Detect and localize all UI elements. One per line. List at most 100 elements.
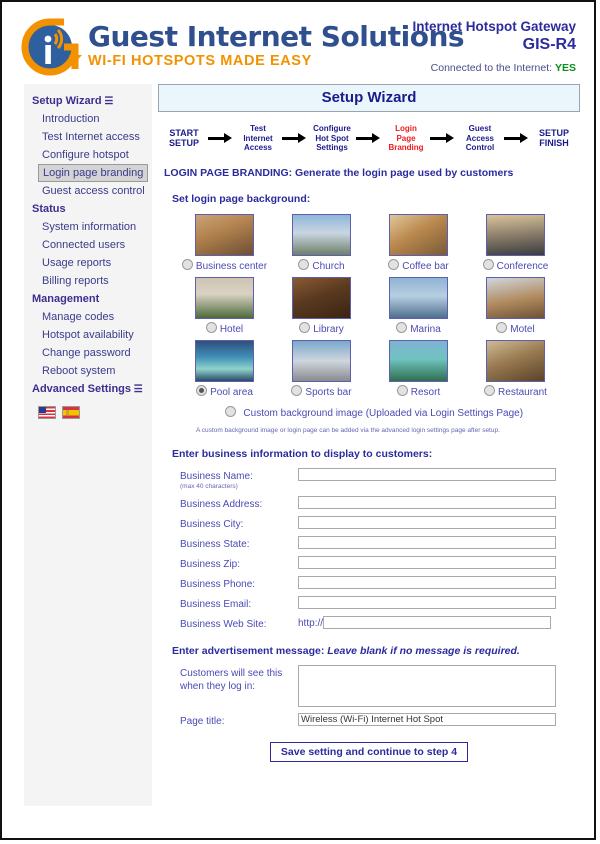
background-radio[interactable] xyxy=(299,321,311,333)
background-thumbnail-image[interactable] xyxy=(486,339,545,382)
custom-background-note: A custom background image or login page … xyxy=(196,426,500,434)
flag-us-icon[interactable] xyxy=(38,406,56,419)
background-option-label: Conference xyxy=(496,260,549,272)
background-option-label: Marina xyxy=(410,323,441,335)
sidebar-item-manage-codes[interactable]: Manage codes xyxy=(24,308,152,326)
sidebar-item-login-page-branding[interactable]: Login page branding xyxy=(38,164,148,182)
device-model: GIS-R4 xyxy=(522,36,576,53)
background-thumbnail-image[interactable] xyxy=(292,213,351,256)
background-thumbnail-image[interactable] xyxy=(389,213,448,256)
business-website-input[interactable] xyxy=(323,615,552,629)
background-grid-row: Hotel Library Marina Motel xyxy=(176,276,566,336)
business-phone-input[interactable] xyxy=(298,575,556,589)
background-option-church[interactable]: Church xyxy=(273,213,370,273)
background-option-label: Church xyxy=(312,260,345,272)
arrow-right-icon xyxy=(504,133,530,144)
background-thumbnail-image[interactable] xyxy=(486,276,545,319)
ad-section-note: Leave blank if no message is required. xyxy=(327,644,520,657)
background-grid-row: Business center Church Coffee bar Conferenc… xyxy=(176,213,566,273)
business-zip-input[interactable] xyxy=(298,555,556,569)
sidebar-item-billing-reports[interactable]: Billing reports xyxy=(24,272,152,290)
custom-background-option[interactable]: Custom background image (Uploaded via Lo… xyxy=(168,403,580,421)
business-city-label: Business City: xyxy=(180,518,244,530)
background-radio[interactable] xyxy=(396,384,408,396)
sidebar-item-change-password[interactable]: Change password xyxy=(24,344,152,362)
business-state-input[interactable] xyxy=(298,535,556,549)
sidebar-item-reboot-system[interactable]: Reboot system xyxy=(24,362,152,380)
advertisement-textarea[interactable] xyxy=(298,664,556,707)
background-option-pool-area[interactable]: Pool area xyxy=(176,339,273,399)
background-option-hotel[interactable]: Hotel xyxy=(176,276,273,336)
background-option-motel[interactable]: Motel xyxy=(467,276,564,336)
sidebar-item-label: Login page branding xyxy=(43,167,144,179)
background-radio[interactable] xyxy=(205,321,217,333)
background-option-coffee-bar[interactable]: Coffee bar xyxy=(370,213,467,273)
business-name-input[interactable] xyxy=(298,467,556,481)
background-radio[interactable] xyxy=(496,321,508,333)
sidebar-group-setup-wizard[interactable]: Setup Wizard ☰ xyxy=(24,92,152,110)
sidebar-group-management[interactable]: Management xyxy=(24,290,152,308)
sidebar-item-introduction[interactable]: Introduction xyxy=(24,110,152,128)
background-option-resort[interactable]: Resort xyxy=(370,339,467,399)
business-state-label: Business State: xyxy=(180,538,250,550)
background-thumbnail-image[interactable] xyxy=(195,339,254,382)
brand-block: Guest Internet Solutions WI-FI HOTSPOTS … xyxy=(88,22,465,70)
wizard-step-line: Hot Spot xyxy=(315,133,349,143)
business-address-input[interactable] xyxy=(298,495,556,509)
background-radio[interactable] xyxy=(388,258,400,270)
background-thumbnail-image[interactable] xyxy=(389,339,448,382)
background-option-row: Conference xyxy=(467,258,564,273)
background-thumbnail-image[interactable] xyxy=(389,276,448,319)
background-radio[interactable] xyxy=(298,258,310,270)
sidebar-item-system-information[interactable]: System information xyxy=(24,218,152,236)
wizard-step-line: Guest xyxy=(468,124,492,133)
sidebar-group-label: Setup Wizard xyxy=(32,95,102,107)
background-radio[interactable] xyxy=(484,384,496,396)
custom-background-radio[interactable] xyxy=(224,405,236,417)
wizard-step-line: Test xyxy=(250,124,266,133)
sidebar-item-label: Manage codes xyxy=(42,311,115,323)
save-button[interactable]: Save setting and continue to step 4 xyxy=(269,741,469,762)
background-radio[interactable] xyxy=(482,258,494,270)
sidebar-item-connected-users[interactable]: Connected users xyxy=(24,236,152,254)
business-email-input[interactable] xyxy=(298,595,556,609)
sidebar-item-hotspot-availability[interactable]: Hotspot availability xyxy=(24,326,152,344)
page-heading: LOGIN PAGE BRANDING: Generate the login … xyxy=(164,166,514,179)
background-radio[interactable] xyxy=(396,321,408,333)
background-option-label: Resort xyxy=(410,386,441,398)
background-option-business-center[interactable]: Business center xyxy=(176,213,273,273)
background-option-row: Motel xyxy=(467,321,564,336)
background-thumbnail-image[interactable] xyxy=(195,213,254,256)
sidebar-item-configure-hotspot[interactable]: Configure hotspot xyxy=(24,146,152,164)
background-option-library[interactable]: Library xyxy=(273,276,370,336)
background-option-row: Coffee bar xyxy=(370,258,467,273)
wizard-step-line: Branding xyxy=(388,143,424,152)
background-option-marina[interactable]: Marina xyxy=(370,276,467,336)
sidebar-group-advanced-settings[interactable]: Advanced Settings ☰ xyxy=(24,380,152,398)
background-radio[interactable] xyxy=(196,384,208,396)
background-thumbnail-image[interactable] xyxy=(292,339,351,382)
business-address-label: Business Address: xyxy=(180,498,263,510)
background-option-row: Business center xyxy=(176,258,273,273)
sidebar-item-usage-reports[interactable]: Usage reports xyxy=(24,254,152,272)
wizard-step-6: SETUP FINISH xyxy=(530,128,578,149)
sidebar-group-status[interactable]: Status xyxy=(24,200,152,218)
sidebar-item-test-internet-access[interactable]: Test Internet access xyxy=(24,128,152,146)
background-thumbnail-image[interactable] xyxy=(292,276,351,319)
page-title-input[interactable] xyxy=(298,712,556,726)
background-thumbnail-image[interactable] xyxy=(486,213,545,256)
background-radio[interactable] xyxy=(181,258,193,270)
background-thumbnail-image[interactable] xyxy=(195,276,254,319)
business-name-label-text: Business Name: xyxy=(180,470,253,482)
sidebar-item-guest-access-control[interactable]: Guest access control xyxy=(24,182,152,200)
field-row-business-address: Business Address: xyxy=(158,495,580,511)
background-option-conference[interactable]: Conference xyxy=(467,213,564,273)
wizard-step-line: Access xyxy=(243,143,273,152)
background-radio[interactable] xyxy=(291,384,303,396)
sidebar-item-label: Usage reports xyxy=(42,257,112,269)
background-option-sports-bar[interactable]: Sports bar xyxy=(273,339,370,399)
business-city-input[interactable] xyxy=(298,515,556,529)
background-option-restaurant[interactable]: Restaurant xyxy=(467,339,564,399)
flag-es-icon[interactable] xyxy=(62,406,80,419)
sidebar-item-label: Hotspot availability xyxy=(42,329,134,341)
